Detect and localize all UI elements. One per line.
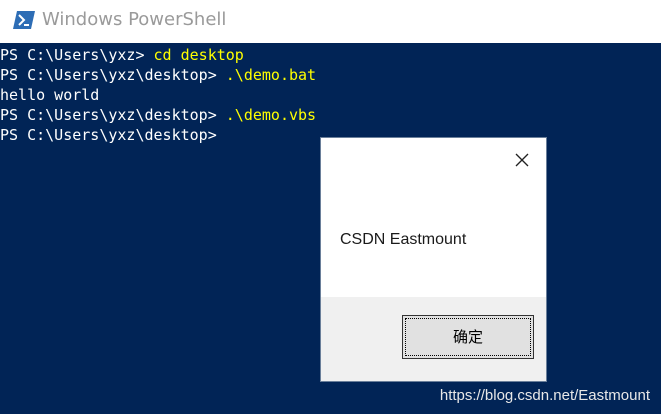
console-command: .\demo.vbs [225,106,317,124]
console-output-text: hello world [0,86,100,104]
message-text: CSDN Eastmount [340,231,467,248]
console-line: PS C:\Users\yxz\desktop> .\demo.vbs [0,105,316,125]
console-line: PS C:\Users\yxz> cd desktop [0,45,244,65]
console-command: cd desktop [153,46,244,64]
powershell-icon [13,11,35,29]
console-line: PS C:\Users\yxz\desktop> .\demo.bat [0,65,316,85]
console-prompt: PS C:\Users\yxz\desktop> [0,126,217,144]
close-icon[interactable] [512,150,532,170]
console-prompt: PS C:\Users\yxz> [0,46,154,64]
message-box-dialog: CSDN Eastmount 确定 [320,137,547,382]
console-prompt: PS C:\Users\yxz\desktop> [0,106,226,124]
console-command: .\demo.bat [225,66,317,84]
console-prompt: PS C:\Users\yxz\desktop> [0,66,226,84]
title-bar[interactable]: Windows PowerShell [0,0,661,43]
console-line: hello world [0,85,99,105]
ok-button[interactable]: 确定 [402,315,534,359]
console-line: PS C:\Users\yxz\desktop> [0,125,217,145]
dialog-footer: 确定 [321,297,546,381]
watermark: https://blog.csdn.net/Eastmount [439,387,650,404]
window-title: Windows PowerShell [42,9,227,30]
